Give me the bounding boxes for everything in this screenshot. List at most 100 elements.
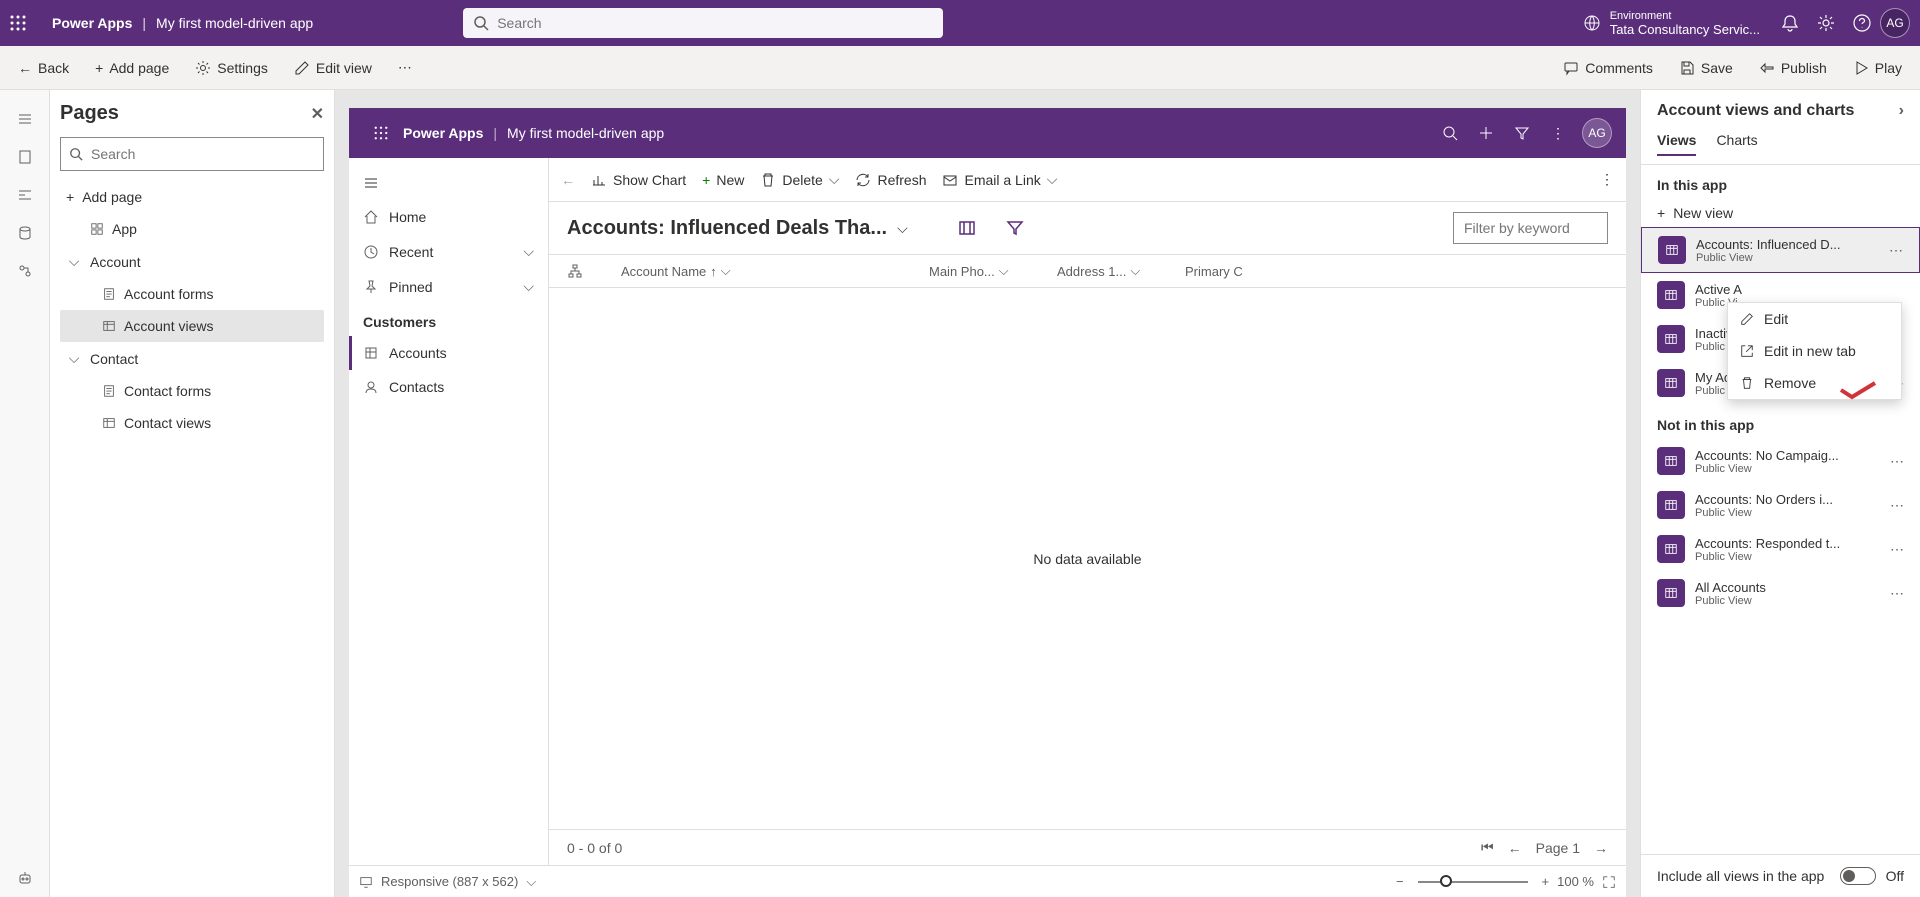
play-button[interactable]: Play (1847, 56, 1908, 80)
canvas-waffle-icon[interactable] (363, 115, 399, 151)
rail-data-icon[interactable] (0, 214, 50, 252)
ctx-edit[interactable]: Edit (1728, 303, 1901, 335)
save-button[interactable]: Save (1673, 56, 1739, 80)
notifications-icon[interactable] (1772, 5, 1808, 41)
delete-button[interactable]: Delete (760, 172, 822, 188)
view-item-no-orders[interactable]: Accounts: No Orders i...Public View ⋯ (1641, 483, 1920, 527)
pages-search[interactable] (60, 137, 324, 171)
col-primary-contact[interactable]: Primary C (1185, 264, 1285, 279)
next-page-icon[interactable]: → (1594, 840, 1608, 856)
more-button[interactable]: ⋯ (392, 55, 418, 80)
add-page-button[interactable]: +Add page (89, 56, 175, 80)
view-more-icon[interactable]: ⋯ (1889, 242, 1903, 259)
page-contact-views[interactable]: Contact views (60, 407, 324, 439)
responsive-chevron[interactable]: ⌵ (526, 874, 536, 890)
search-input[interactable] (497, 15, 933, 31)
rail-bot-icon[interactable] (0, 859, 50, 897)
refresh-button[interactable]: Refresh (855, 172, 926, 188)
view-more-icon[interactable]: ⋯ (1890, 497, 1904, 514)
email-link-button[interactable]: Email a Link (942, 172, 1040, 188)
waffle-icon[interactable] (10, 15, 46, 31)
comments-button[interactable]: Comments (1557, 56, 1659, 80)
canvas-more-icon[interactable]: ⋮ (1540, 115, 1576, 151)
page-account-forms[interactable]: Account forms (60, 278, 324, 310)
canvas-filter-icon[interactable] (1504, 115, 1540, 151)
nav-home[interactable]: Home (349, 200, 548, 234)
canvas-footer: Responsive (887 x 562) ⌵ − + 100 % (349, 865, 1626, 897)
canvas-avatar[interactable]: AG (1582, 118, 1612, 148)
product-name[interactable]: Power Apps (52, 15, 132, 31)
environment-icon[interactable] (1574, 5, 1610, 41)
view-more-icon[interactable]: ⋯ (1890, 453, 1904, 470)
view-more-icon[interactable]: ⋯ (1890, 541, 1904, 558)
page-app[interactable]: App (60, 213, 324, 245)
nav-contacts[interactable]: Contacts (349, 370, 548, 404)
view-item-all[interactable]: All AccountsPublic View ⋯ (1641, 571, 1920, 615)
nav-accounts[interactable]: Accounts (349, 336, 548, 370)
hierarchy-icon[interactable] (567, 263, 583, 279)
page-account[interactable]: ⌵Account (60, 245, 324, 278)
filter-input[interactable] (1453, 212, 1608, 244)
view-item-no-campaign[interactable]: Accounts: No Campaig...Public View ⋯ (1641, 439, 1920, 483)
add-page-item[interactable]: +Add page (60, 181, 324, 213)
global-search[interactable] (463, 8, 943, 38)
view-dropdown-icon[interactable]: ⌵ (897, 220, 908, 237)
page-account-views[interactable]: Account views (60, 310, 324, 342)
new-view-button[interactable]: +New view (1641, 199, 1920, 227)
ctx-remove[interactable]: Remove (1728, 367, 1901, 399)
collapse-panel-icon[interactable]: › (1899, 102, 1904, 120)
view-title[interactable]: Accounts: Influenced Deals Tha... (567, 217, 887, 240)
settings-icon[interactable] (1808, 5, 1844, 41)
col-address[interactable]: Address 1...⌵ (1057, 263, 1177, 279)
zoom-out[interactable]: − (1396, 874, 1404, 889)
include-all-toggle[interactable] (1840, 867, 1876, 885)
nav-pinned[interactable]: Pinned⌵ (349, 269, 548, 304)
fit-icon[interactable] (1602, 875, 1616, 889)
environment-selector[interactable]: Environment Tata Consultancy Servic... (1610, 9, 1760, 37)
view-more-icon[interactable]: ⋯ (1890, 585, 1904, 602)
settings-button[interactable]: Settings (189, 56, 274, 80)
rail-pages-icon[interactable] (0, 138, 50, 176)
responsive-label[interactable]: Responsive (887 x 562) (381, 874, 518, 889)
page-contact-forms[interactable]: Contact forms (60, 375, 324, 407)
filter-icon[interactable] (1006, 219, 1024, 237)
col-account-name[interactable]: Account Name↑⌵ (621, 263, 841, 279)
zoom-in[interactable]: + (1542, 874, 1550, 889)
view-item-influenced[interactable]: Accounts: Influenced D...Public View ⋯ (1641, 227, 1920, 273)
help-icon[interactable] (1844, 5, 1880, 41)
pages-search-input[interactable] (91, 146, 315, 162)
nav-hamburger[interactable] (349, 166, 548, 200)
nav-recent[interactable]: Recent⌵ (349, 234, 548, 269)
back-arrow[interactable]: ← (561, 172, 575, 188)
close-panel-icon[interactable]: ✕ (311, 104, 324, 124)
user-avatar[interactable]: AG (1880, 8, 1910, 38)
col-main-phone[interactable]: Main Pho...⌵ (929, 263, 1049, 279)
prev-page-icon[interactable]: ← (1508, 840, 1522, 856)
edit-columns-icon[interactable] (958, 219, 976, 237)
back-button[interactable]: ←Back (12, 56, 75, 80)
canvas-search-icon[interactable] (1432, 115, 1468, 151)
entity-more[interactable]: ⋮ (1600, 171, 1614, 188)
tab-views[interactable]: Views (1657, 132, 1696, 156)
page-contact[interactable]: ⌵Contact (60, 342, 324, 375)
right-panel: Account views and charts › Views Charts … (1640, 90, 1920, 897)
responsive-icon[interactable] (359, 875, 373, 889)
new-button[interactable]: +New (702, 172, 744, 188)
canvas-add-icon[interactable] (1468, 115, 1504, 151)
zoom-slider[interactable] (1418, 881, 1528, 883)
rail-nav-icon[interactable] (0, 176, 50, 214)
app-name[interactable]: My first model-driven app (156, 15, 313, 31)
show-chart-button[interactable]: Show Chart (591, 172, 686, 188)
edit-view-button[interactable]: Edit view (288, 56, 378, 80)
email-split[interactable]: ⌵ (1047, 171, 1058, 188)
canvas-app-header: Power Apps | My first model-driven app ⋮… (349, 108, 1626, 158)
view-item-responded[interactable]: Accounts: Responded t...Public View ⋯ (1641, 527, 1920, 571)
tab-charts[interactable]: Charts (1716, 132, 1757, 156)
first-page-icon[interactable]: ⏮ (1481, 839, 1494, 856)
publish-button[interactable]: Publish (1753, 56, 1833, 80)
rail-hamburger[interactable] (0, 100, 50, 138)
rail-automation-icon[interactable] (0, 252, 50, 290)
delete-split[interactable]: ⌵ (829, 171, 840, 188)
ctx-edit-new-tab[interactable]: Edit in new tab (1728, 335, 1901, 367)
canvas-product: Power Apps (403, 125, 483, 141)
